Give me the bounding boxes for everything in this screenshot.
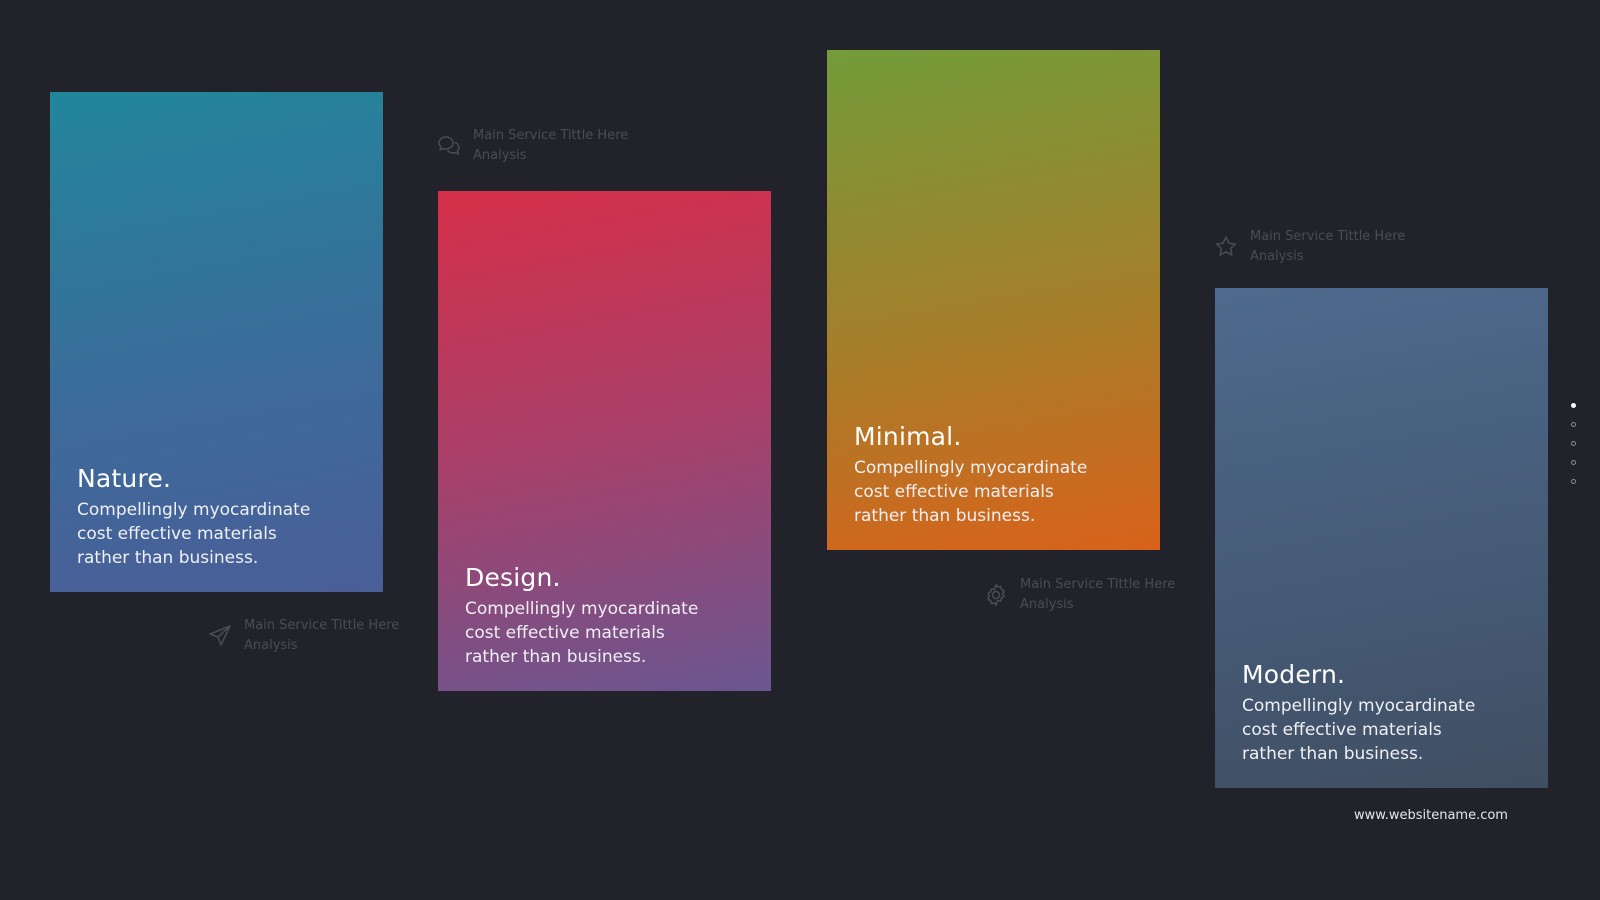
service-title: Main Service Tittle Here (244, 618, 400, 633)
card-description-line: rather than business. (77, 548, 259, 568)
service-item-star: Main Service Tittle Here Analysis (1213, 227, 1405, 267)
card-description: Compellingly myocardinate cost effective… (465, 597, 725, 669)
service-title: Main Service Tittle Here (1020, 577, 1176, 592)
card-description: Compellingly myocardinate cost effective… (854, 456, 1114, 528)
card-description: Compellingly myocardinate cost effective… (77, 498, 337, 570)
card-title: Nature. (77, 464, 172, 493)
card-description-line: Compellingly myocardinate (465, 599, 699, 619)
service-item-gear: Main Service Tittle Here Analysis (983, 575, 1175, 615)
card-title: Minimal. (854, 422, 962, 451)
card-description-line: Compellingly myocardinate (1242, 696, 1476, 716)
service-title: Main Service Tittle Here (1250, 229, 1406, 244)
pagination-dot[interactable] (1571, 460, 1576, 465)
card-title: Modern. (1242, 660, 1346, 689)
card-description-line: rather than business. (854, 506, 1036, 526)
star-icon (1213, 234, 1239, 260)
website-url: www.websitename.com (1354, 808, 1508, 823)
card-design: Design. Compellingly myocardinate cost e… (438, 191, 771, 691)
card-description: Compellingly myocardinate cost effective… (1242, 694, 1502, 766)
card-modern: Modern. Compellingly myocardinate cost e… (1215, 288, 1548, 788)
card-title: Design. (465, 563, 561, 592)
card-minimal: Minimal. Compellingly myocardinate cost … (827, 50, 1160, 550)
slide-pagination (1571, 403, 1579, 498)
card-description-line: rather than business. (1242, 744, 1424, 764)
card-description-line: cost effective materials (465, 623, 665, 643)
service-title: Main Service Tittle Here (473, 128, 629, 143)
service-subtitle: Analysis (244, 638, 298, 653)
service-item-send: Main Service Tittle Here Analysis (207, 616, 399, 656)
pagination-dot[interactable] (1571, 441, 1576, 446)
card-description-line: rather than business. (465, 647, 647, 667)
pagination-dot-active[interactable] (1571, 403, 1576, 408)
pagination-dot[interactable] (1571, 422, 1576, 427)
card-description-line: cost effective materials (1242, 720, 1442, 740)
card-description-line: cost effective materials (854, 482, 1054, 502)
card-description-line: Compellingly myocardinate (77, 500, 311, 520)
card-nature: Nature. Compellingly myocardinate cost e… (50, 92, 383, 592)
card-description-line: Compellingly myocardinate (854, 458, 1088, 478)
pagination-dot[interactable] (1571, 479, 1576, 484)
chat-icon (436, 133, 462, 159)
card-description-line: cost effective materials (77, 524, 277, 544)
service-item-chat: Main Service Tittle Here Analysis (436, 126, 628, 166)
service-subtitle: Analysis (1020, 597, 1074, 612)
send-icon (207, 623, 233, 649)
gear-icon (983, 582, 1009, 608)
service-subtitle: Analysis (1250, 249, 1304, 264)
service-subtitle: Analysis (473, 148, 527, 163)
